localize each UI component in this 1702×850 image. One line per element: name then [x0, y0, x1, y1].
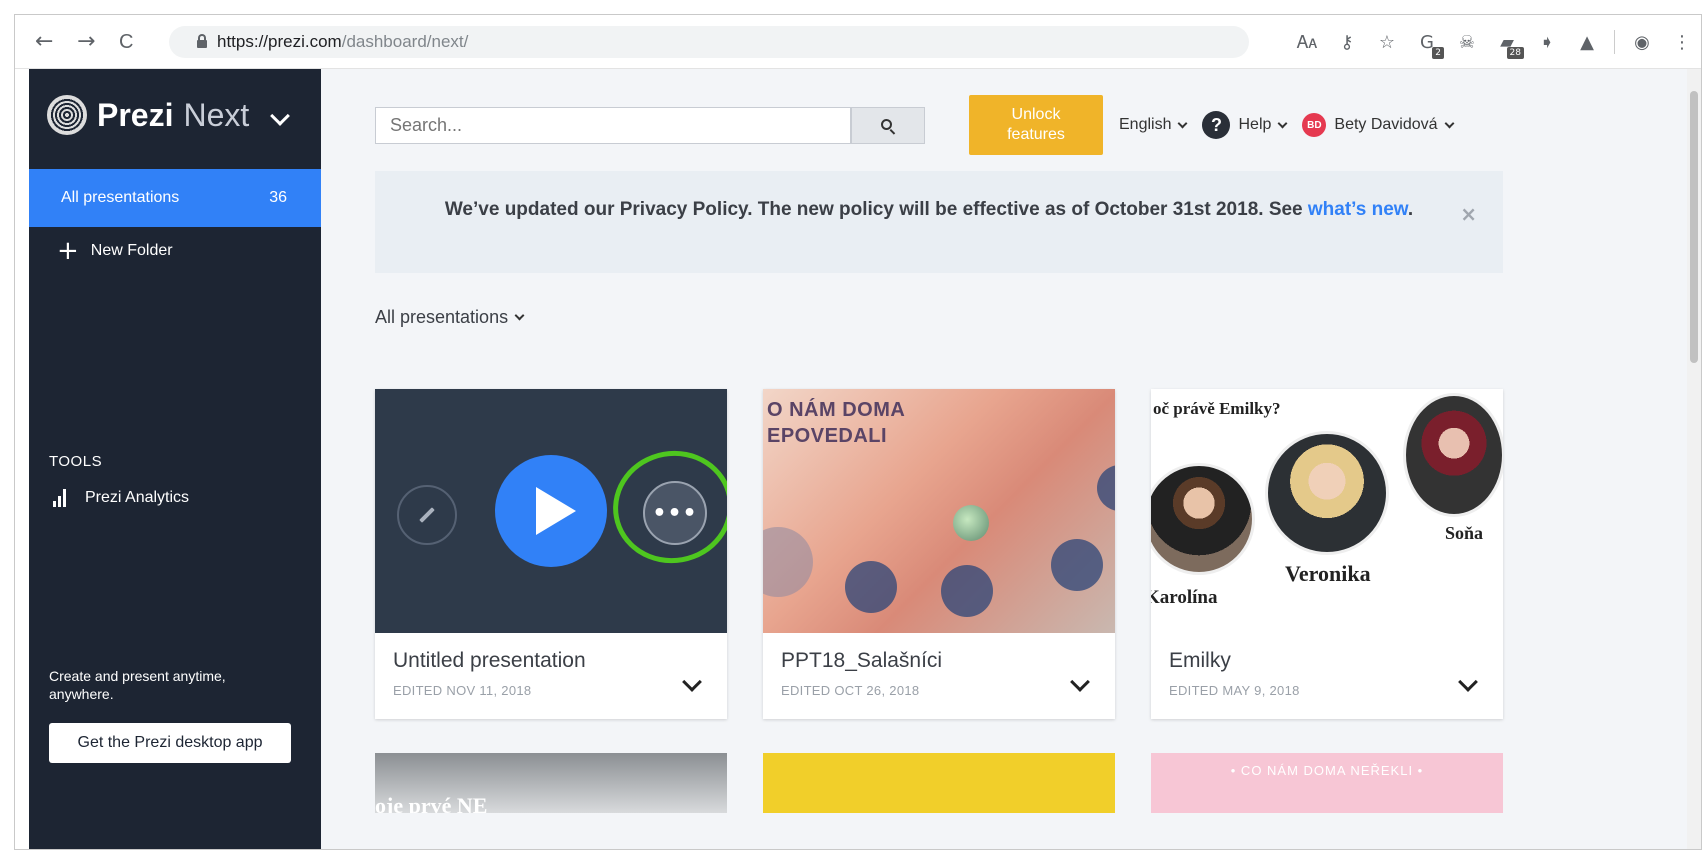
plus-icon: + [57, 236, 79, 266]
pirate-icon[interactable]: ☠ [1454, 29, 1480, 55]
search-icon [881, 118, 896, 135]
reload-icon[interactable]: C [119, 31, 133, 53]
desktop-cta-text: Create and present anytime, anywhere. [49, 668, 226, 702]
extensions-area: 🗛 ⚷ ☆ G 2 ☠ ▰ 28 ➧ ▲ ◉ ⋮ [1294, 25, 1701, 59]
chevron-down-icon[interactable] [1070, 672, 1090, 692]
sidebar-item-all-presentations[interactable]: All presentations 36 [29, 169, 321, 227]
edit-button[interactable] [397, 485, 457, 545]
presentation-thumbnail: O NÁM DOMA EPOVEDALI [763, 389, 1115, 633]
presentation-card[interactable]: • CO NÁM DOMA NEŘEKLI • [1151, 753, 1503, 813]
presentation-card[interactable]: oč právě Emilky? Karolína Veronika Soňa … [1151, 389, 1503, 719]
sidebar: Prezi Next All presentations 36 + New Fo… [29, 69, 321, 849]
close-icon[interactable]: × [1460, 199, 1477, 229]
forward-icon[interactable]: → [77, 31, 95, 53]
back-icon[interactable]: ← [35, 31, 53, 53]
avatar: BD [1302, 113, 1327, 137]
whats-new-link[interactable]: what’s new [1308, 199, 1408, 220]
brand[interactable]: Prezi Next [47, 95, 249, 135]
key-icon[interactable]: ⚷ [1334, 29, 1360, 55]
star-icon[interactable]: ☆ [1374, 29, 1400, 55]
new-folder-button[interactable]: + New Folder [57, 236, 173, 266]
extension-badge: 28 [1506, 47, 1524, 59]
lock-icon [197, 34, 207, 48]
folder-ext-icon[interactable]: ▰ 28 [1494, 29, 1524, 59]
language-dropdown[interactable]: English [1119, 116, 1188, 134]
help-icon: ? [1202, 111, 1231, 139]
header-links: English ? Help BD Bety Davidová [1119, 107, 1469, 143]
play-icon [536, 487, 576, 535]
drive-ext-icon[interactable]: ▲ [1574, 29, 1600, 55]
card-title[interactable]: Emilky [1169, 649, 1231, 673]
extension-badge: 2 [1432, 47, 1444, 59]
portrait-image [1265, 431, 1389, 555]
tools-heading: TOOLS [49, 453, 103, 470]
chevron-down-icon [1277, 118, 1288, 128]
arrow-ext-icon[interactable]: ➧ [1534, 29, 1560, 55]
scrollbar-thumb[interactable] [1690, 91, 1698, 363]
presentation-thumbnail: ••• [375, 389, 727, 633]
card-date: EDITED NOV 11, 2018 [393, 683, 532, 698]
presentation-card[interactable]: O NÁM DOMA EPOVEDALI PPT18_Salašníci EDI… [763, 389, 1115, 719]
portrait-image [1403, 393, 1503, 517]
play-button[interactable] [495, 455, 607, 567]
presentation-thumbnail: oč právě Emilky? Karolína Veronika Soňa [1151, 389, 1503, 633]
presentations-filter[interactable]: All presentations [375, 307, 525, 328]
profile-icon[interactable]: ◉ [1629, 29, 1655, 55]
presentations-count: 36 [269, 189, 287, 206]
scrollbar[interactable] [1687, 69, 1701, 849]
main-content: Unlockfeatures English ?Help BDBety Davi… [321, 69, 1701, 849]
address-bar[interactable]: https://prezi.com/dashboard/next/ [169, 26, 1249, 58]
chevron-down-icon [1178, 118, 1188, 128]
search-input[interactable] [375, 107, 851, 144]
sidebar-item-analytics[interactable]: Prezi Analytics [53, 489, 189, 507]
presentation-card[interactable]: ••• Untitled presentation EDITED NOV 11,… [375, 389, 727, 719]
user-menu[interactable]: BD Bety Davidová [1302, 113, 1455, 137]
presentation-card[interactable]: oje prvé NE [375, 753, 727, 813]
prezi-logo-icon [47, 95, 87, 135]
presentation-card[interactable] [763, 753, 1115, 813]
privacy-notice: We’ve updated our Privacy Policy. The ne… [375, 171, 1503, 273]
pencil-icon [419, 507, 435, 523]
chevron-down-icon [514, 310, 525, 321]
browser-menu-icon[interactable]: ⋮ [1669, 29, 1695, 55]
extension-g-icon[interactable]: G2 [1414, 29, 1444, 59]
chevron-down-icon[interactable] [682, 672, 702, 692]
annotation-circle [604, 441, 727, 573]
card-title[interactable]: Untitled presentation [393, 649, 586, 673]
url-text: https://prezi.com/dashboard/next/ [217, 32, 469, 51]
toolbar-separator [1614, 30, 1615, 54]
chevron-down-icon [1444, 118, 1455, 128]
get-desktop-app-button[interactable]: Get the Prezi desktop app [49, 723, 291, 763]
search-button[interactable] [851, 107, 925, 144]
unlock-features-button[interactable]: Unlock features [969, 95, 1103, 155]
chevron-down-icon[interactable] [1458, 672, 1478, 692]
portrait-image [1151, 463, 1255, 575]
translate-icon[interactable]: 🗛 [1294, 29, 1320, 55]
browser-toolbar: ← → C https://prezi.com/dashboard/next/ … [15, 15, 1701, 69]
card-title[interactable]: PPT18_Salašníci [781, 649, 942, 673]
card-date: EDITED MAY 9, 2018 [1169, 683, 1300, 698]
help-dropdown[interactable]: ? Help [1202, 111, 1288, 139]
chevron-down-icon[interactable] [270, 106, 290, 126]
browser-window: ← → C https://prezi.com/dashboard/next/ … [14, 14, 1702, 850]
bar-chart-icon [53, 489, 69, 507]
card-date: EDITED OCT 26, 2018 [781, 683, 920, 698]
